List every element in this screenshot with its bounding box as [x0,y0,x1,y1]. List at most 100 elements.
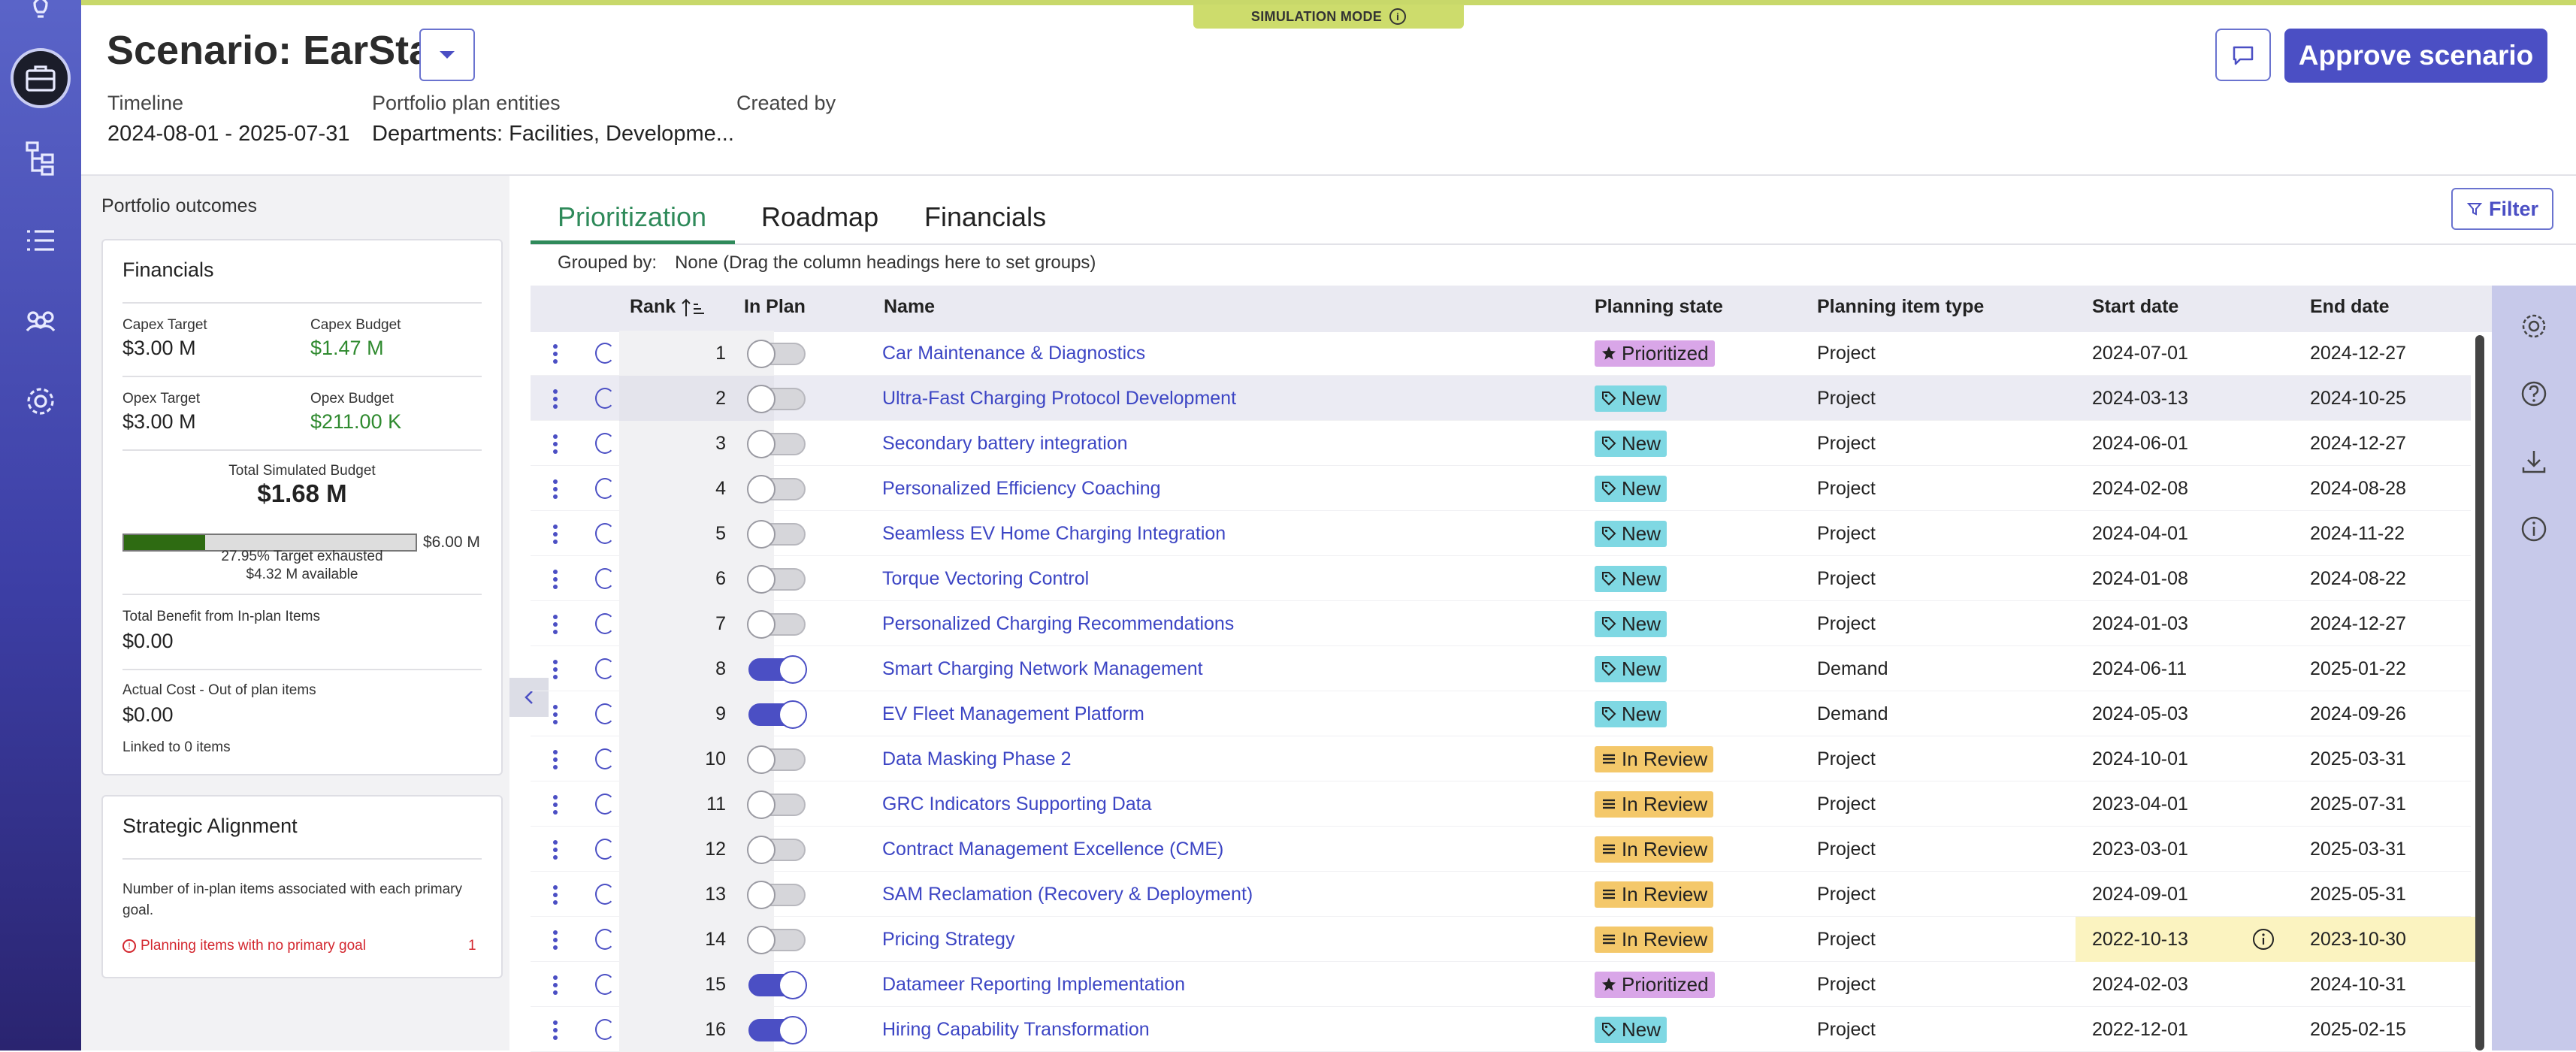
row-info-icon[interactable] [595,433,615,454]
planning-item-link[interactable]: Personalized Efficiency Coaching [882,466,1161,511]
planning-item-link[interactable]: Contract Management Excellence (CME) [882,827,1223,872]
in-plan-toggle[interactable] [747,610,806,639]
table-row[interactable]: 5 Seamless EV Home Charging Integration Ne… [531,511,2471,556]
approve-scenario-button[interactable]: Approve scenario [2284,29,2547,83]
planning-item-link[interactable]: Torque Vectoring Control [882,556,1089,601]
settings-gear-icon[interactable] [11,371,71,431]
comments-button[interactable] [2215,29,2271,81]
planning-item-link[interactable]: Smart Charging Network Management [882,646,1203,691]
column-start-date[interactable]: Start date [2092,296,2178,318]
briefcase-icon[interactable] [11,48,71,108]
row-menu-icon[interactable] [553,570,558,589]
table-row[interactable]: 4 Personalized Efficiency Coaching New Proj… [531,466,2471,511]
row-info-icon[interactable] [595,839,615,860]
planning-item-link[interactable]: Personalized Charging Recommendations [882,601,1234,646]
info-icon[interactable] [2251,927,2275,951]
row-info-icon[interactable] [595,1019,615,1040]
planning-item-link[interactable]: EV Fleet Management Platform [882,691,1144,736]
in-plan-toggle[interactable] [748,1016,807,1044]
planning-item-link[interactable]: Car Maintenance & Diagnostics [882,331,1145,376]
table-row[interactable]: 8 Smart Charging Network Management New Dem… [531,646,2471,691]
row-info-icon[interactable] [595,613,615,634]
in-plan-toggle[interactable] [747,340,806,368]
table-row[interactable]: 13 SAM Reclamation (Recovery & Deployment… [531,872,2471,917]
row-menu-icon[interactable] [553,840,558,860]
row-menu-icon[interactable] [553,930,558,950]
scenario-dropdown-button[interactable] [419,29,475,81]
planning-item-link[interactable]: Datameer Reporting Implementation [882,962,1185,1007]
planning-item-link[interactable]: Secondary battery integration [882,421,1128,466]
group-by-bar[interactable]: Grouped by: None (Drag the column heading… [558,252,1096,274]
row-menu-icon[interactable] [553,885,558,905]
row-menu-icon[interactable] [553,615,558,634]
in-plan-toggle[interactable] [747,881,806,909]
row-menu-icon[interactable] [553,705,558,724]
row-info-icon[interactable] [595,478,615,499]
row-info-icon[interactable] [595,388,615,409]
in-plan-toggle[interactable] [747,475,806,503]
row-info-icon[interactable] [595,568,615,589]
row-menu-icon[interactable] [553,434,558,454]
row-menu-icon[interactable] [553,660,558,679]
help-icon[interactable] [2519,379,2549,409]
in-plan-toggle[interactable] [747,926,806,954]
row-menu-icon[interactable] [553,344,558,364]
info-icon[interactable]: i [1389,8,1407,25]
in-plan-toggle[interactable] [748,655,807,684]
table-row[interactable]: 10 Data Masking Phase 2 In Review Project 20… [531,736,2471,781]
download-icon[interactable] [2519,446,2549,476]
table-row[interactable]: 3 Secondary battery integration New Project… [531,421,2471,466]
filter-button[interactable]: Filter [2451,188,2553,230]
planning-item-link[interactable]: Ultra-Fast Charging Protocol Development [882,376,1236,421]
table-row[interactable]: 14 Pricing Strategy In Review Project 2022-1… [531,917,2475,962]
planning-item-link[interactable]: GRC Indicators Supporting Data [882,781,1152,827]
column-end-date[interactable]: End date [2310,296,2390,318]
column-planning-item-type[interactable]: Planning item type [1817,296,1984,318]
row-info-icon[interactable] [595,748,615,769]
in-plan-toggle[interactable] [747,430,806,458]
gear-icon[interactable] [2519,311,2549,341]
column-rank[interactable]: Rank [630,296,706,318]
in-plan-toggle[interactable] [748,700,807,729]
table-row[interactable]: 7 Personalized Charging Recommendations Ne… [531,601,2471,646]
planning-item-link[interactable]: Hiring Capability Transformation [882,1007,1150,1052]
in-plan-toggle[interactable] [747,520,806,549]
table-row[interactable]: 12 Contract Management Excellence (CME) In… [531,827,2471,872]
row-info-icon[interactable] [595,343,615,364]
table-row[interactable]: 11 GRC Indicators Supporting Data In Revie… [531,781,2471,827]
tab-prioritization[interactable]: Prioritization [558,201,706,233]
vertical-scrollbar[interactable] [2475,335,2484,1050]
planning-item-link[interactable]: Data Masking Phase 2 [882,736,1072,781]
row-menu-icon[interactable] [553,479,558,499]
no-goal-warning[interactable]: ! Planning items with no primary goal [122,938,366,954]
tab-roadmap[interactable]: Roadmap [761,201,878,233]
planning-item-link[interactable]: SAM Reclamation (Recovery & Deployment) [882,872,1253,917]
column-planning-state[interactable]: Planning state [1595,296,1723,318]
row-info-icon[interactable] [595,929,615,950]
planning-item-link[interactable]: Seamless EV Home Charging Integration [882,511,1226,556]
table-row[interactable]: 6 Torque Vectoring Control New Project 2024-… [531,556,2471,601]
row-info-icon[interactable] [595,523,615,544]
column-name[interactable]: Name [884,296,935,318]
hierarchy-icon[interactable] [11,128,71,188]
row-menu-icon[interactable] [553,750,558,769]
row-menu-icon[interactable] [553,389,558,409]
table-row[interactable]: 16 Hiring Capability Transformation New Pro… [531,1007,2471,1052]
row-menu-icon[interactable] [553,1020,558,1040]
row-info-icon[interactable] [595,974,615,995]
in-plan-toggle[interactable] [747,745,806,774]
column-in-plan[interactable]: In Plan [744,296,806,318]
list-icon[interactable] [11,210,71,271]
info-icon[interactable] [2519,514,2549,544]
row-menu-icon[interactable] [553,524,558,544]
in-plan-toggle[interactable] [747,565,806,594]
team-icon[interactable] [11,292,71,352]
lightbulb-icon[interactable] [11,0,71,38]
row-info-icon[interactable] [595,703,615,724]
tab-financials[interactable]: Financials [924,201,1046,233]
in-plan-toggle[interactable] [748,971,807,999]
row-info-icon[interactable] [595,794,615,815]
row-info-icon[interactable] [595,658,615,679]
planning-item-link[interactable]: Pricing Strategy [882,917,1014,962]
in-plan-toggle[interactable] [747,385,806,413]
